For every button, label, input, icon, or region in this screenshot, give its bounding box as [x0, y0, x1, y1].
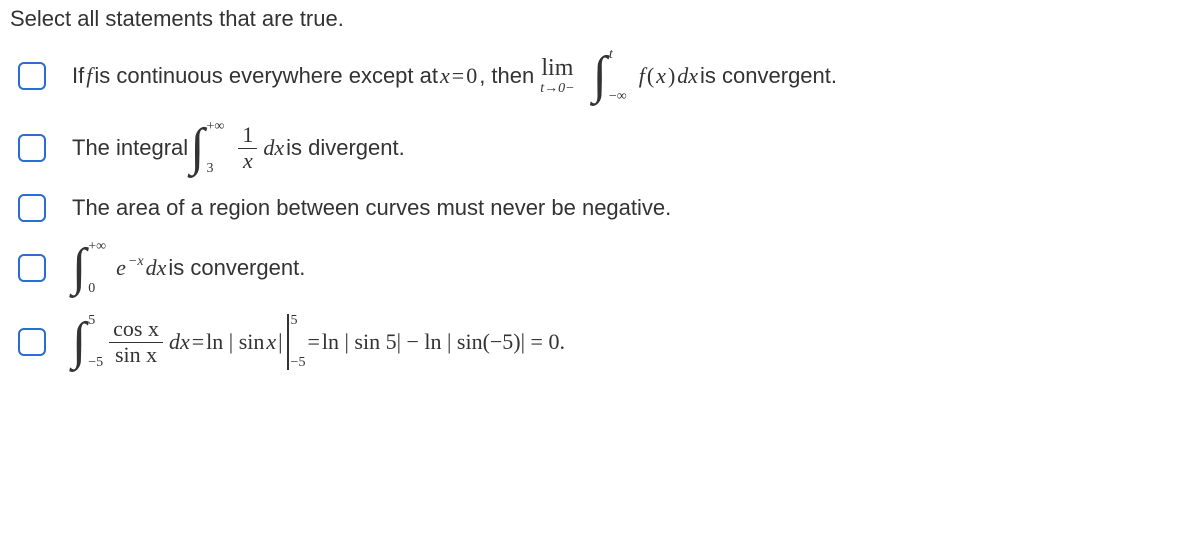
rhs: ln | sin 5| − ln | sin(−5)| = 0.: [322, 329, 565, 355]
var-f: f: [86, 63, 92, 89]
txt: is convergent.: [168, 255, 305, 281]
abs: |: [278, 329, 282, 355]
int-limits: +∞ 0: [88, 254, 106, 282]
upper: t: [609, 48, 627, 62]
dx: dx: [169, 329, 190, 355]
int-limits: 5 −5: [88, 328, 103, 356]
dx: dx: [146, 255, 167, 281]
integral: ∫ t −∞: [593, 50, 627, 102]
dx: dx: [263, 135, 284, 161]
integral-sign-icon: ∫: [593, 50, 607, 102]
option-5: ∫ 5 −5 cos x sin x dx = ln | sin x | 5 −…: [10, 314, 1190, 370]
integral: ∫ +∞ 0: [72, 242, 106, 294]
statement-1-text: If f is continuous everywhere except at …: [72, 50, 837, 102]
fraction: 1 x: [238, 123, 257, 172]
statement-5-text: ∫ 5 −5 cos x sin x dx = ln | sin x | 5 −…: [72, 314, 565, 370]
e: e: [116, 255, 126, 281]
lim: lim: [541, 56, 573, 80]
lower: −5: [88, 356, 103, 370]
num: 1: [238, 123, 257, 148]
integral-sign-icon: ∫: [72, 242, 86, 294]
option-2: The integral ∫ +∞ 3 1 x dx is divergent.: [10, 122, 1190, 174]
integral-sign-icon: ∫: [72, 316, 86, 368]
checkbox-4[interactable]: [18, 254, 46, 282]
txt: The integral: [72, 135, 188, 161]
eq: =: [192, 329, 204, 355]
statement-2-text: The integral ∫ +∞ 3 1 x dx is divergent.: [72, 122, 405, 174]
upper: 5: [88, 314, 103, 328]
eval-lower: −5: [291, 356, 306, 370]
integrand-f: f: [639, 63, 645, 89]
txt: is divergent.: [286, 135, 405, 161]
paren-c: ): [668, 63, 675, 89]
eq: =: [307, 329, 319, 355]
x: x: [266, 329, 276, 355]
statement-3-text: The area of a region between curves must…: [72, 195, 671, 221]
exp: −x: [128, 254, 144, 270]
upper: +∞: [88, 240, 106, 254]
option-3: The area of a region between curves must…: [10, 194, 1190, 222]
limit-expr: lim t→0−: [540, 56, 574, 96]
lim-sub: t→0−: [540, 82, 574, 96]
integral: ∫ +∞ 3: [190, 122, 224, 174]
txt: , then: [479, 63, 534, 89]
int-limits: t −∞: [609, 62, 627, 90]
den: sin x: [111, 343, 161, 367]
checkbox-5[interactable]: [18, 328, 46, 356]
den: x: [239, 149, 257, 173]
vertical-bar-icon: [287, 314, 289, 370]
eval-upper: 5: [291, 314, 306, 328]
int-limits: +∞ 3: [206, 134, 224, 162]
var-x2: x: [656, 63, 666, 89]
checkbox-3[interactable]: [18, 194, 46, 222]
fraction: cos x sin x: [109, 317, 163, 366]
checkbox-1[interactable]: [18, 62, 46, 90]
lower: −∞: [609, 90, 627, 104]
statement-4-text: ∫ +∞ 0 e−x dx is convergent.: [72, 242, 305, 294]
num: cos x: [109, 317, 163, 342]
checkbox-2[interactable]: [18, 134, 46, 162]
eq: =: [452, 63, 464, 89]
option-1: If f is continuous everywhere except at …: [10, 50, 1190, 102]
integral-sign-icon: ∫: [190, 122, 204, 174]
dx: dx: [677, 63, 698, 89]
txt: If: [72, 63, 84, 89]
integral: ∫ 5 −5: [72, 316, 103, 368]
eval-bar: 5 −5: [285, 314, 306, 370]
ln: ln | sin: [206, 329, 264, 355]
txt: is convergent.: [700, 63, 837, 89]
zero: 0: [466, 63, 477, 89]
prompt-text: Select all statements that are true.: [10, 6, 1190, 32]
txt: The area of a region between curves must…: [72, 195, 671, 221]
upper: +∞: [206, 120, 224, 134]
var-x: x: [440, 63, 450, 89]
paren-o: (: [647, 63, 654, 89]
option-4: ∫ +∞ 0 e−x dx is convergent.: [10, 242, 1190, 294]
lower: 3: [206, 162, 224, 176]
lower: 0: [88, 282, 106, 296]
txt: is continuous everywhere except at: [94, 63, 438, 89]
